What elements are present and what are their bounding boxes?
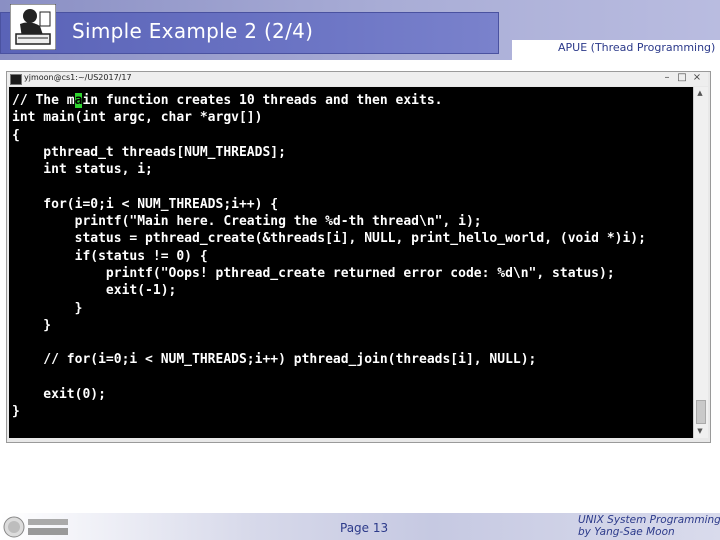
page-number: Page 13 (340, 521, 389, 535)
credit-line-course: UNIX System Programming (578, 514, 720, 526)
minimize-button[interactable]: – (662, 73, 672, 83)
terminal-title: yjmoon@cs1:~/US2017/17 (24, 73, 132, 82)
close-button[interactable]: × (692, 73, 702, 83)
scroll-down-arrow-icon[interactable]: ▼ (695, 426, 705, 436)
code-listing: // The main function creates 10 threads … (12, 92, 646, 421)
code-text: in function creates 10 threads and then … (12, 93, 646, 420)
scroll-thumb[interactable] (696, 400, 706, 424)
terminal-scrollbar[interactable] (693, 87, 708, 438)
university-logo-icon (3, 516, 68, 538)
reader-logo-icon (10, 4, 56, 50)
scroll-up-arrow-icon[interactable]: ▲ (695, 88, 705, 98)
page-title: Simple Example 2 (2/4) (72, 19, 314, 43)
maximize-button[interactable]: □ (677, 73, 687, 83)
terminal-icon (10, 74, 22, 85)
footer-credit: UNIX System Programming by Yang-Sae Moon (578, 514, 720, 538)
credit-line-author: by Yang-Sae Moon (578, 526, 675, 538)
code-text-before-cursor: // The m (12, 93, 75, 108)
course-label: APUE (Thread Programming) (558, 41, 716, 54)
